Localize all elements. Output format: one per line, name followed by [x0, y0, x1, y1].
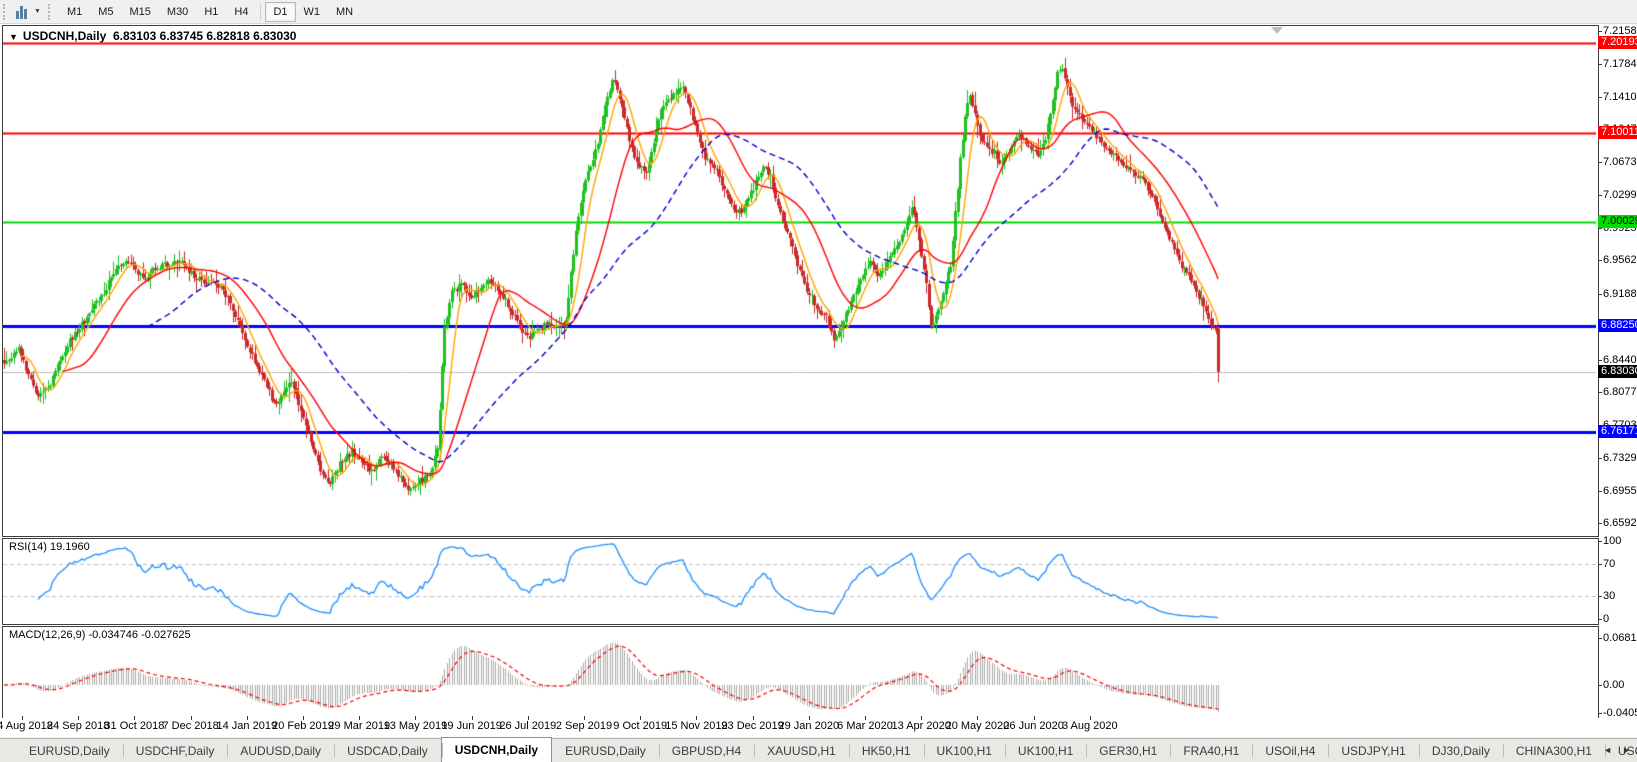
date-label: 26 Jul 2019: [499, 720, 556, 732]
date-label: 29 Jan 2020: [779, 720, 840, 732]
chart-tab-uk100-h1[interactable]: UK100,H1: [1005, 739, 1086, 762]
macd-label: MACD(12,26,9) -0.034746 -0.027625: [9, 629, 191, 641]
chart-type-icon[interactable]: [16, 5, 32, 19]
tab-scroll-right-icon[interactable]: ►: [1618, 742, 1635, 758]
date-label: 26 Jun 2020: [1003, 720, 1064, 732]
rsi-label: RSI(14) 19.1960: [9, 541, 90, 553]
date-label: 3 Aug 2020: [1062, 720, 1118, 732]
date-label: 15 Nov 2019: [665, 720, 727, 732]
chart-tab-dj30-daily[interactable]: DJ30,Daily: [1419, 739, 1503, 762]
date-label: 24 Sep 2018: [47, 720, 109, 732]
date-label: 7 Dec 2018: [162, 720, 218, 732]
chart-tab-hk50-h1[interactable]: HK50,H1: [849, 739, 924, 762]
chart-tab-xauusd-h1[interactable]: XAUUSD,H1: [754, 739, 849, 762]
date-label: 29 Mar 2019: [328, 720, 390, 732]
date-label: 23 Dec 2019: [721, 720, 783, 732]
date-label: 9 Oct 2019: [613, 720, 667, 732]
chart-title: ▼ USDCNH,Daily 6.83103 6.83745 6.82818 6.…: [9, 29, 296, 43]
one-click-trading-toggle[interactable]: ▼: [9, 32, 18, 42]
timeframe-button-mn[interactable]: MN: [328, 2, 361, 22]
chart-tab-eurusd-daily[interactable]: EURUSD,Daily: [16, 739, 123, 762]
chart-tab-uk100-h1[interactable]: UK100,H1: [924, 739, 1005, 762]
timeframe-button-h4[interactable]: H4: [226, 2, 256, 22]
date-label: 2 Sep 2019: [556, 720, 612, 732]
timeframe-button-m30[interactable]: M30: [159, 2, 196, 22]
date-label: 13 May 2019: [384, 720, 448, 732]
chart-tab-gbpusd-h4[interactable]: GBPUSD,H4: [659, 739, 754, 762]
mt4-window: { "toolbar": { "timeframes": ["M1","M5",…: [0, 0, 1637, 762]
date-label: 31 Oct 2018: [104, 720, 164, 732]
timeframe-button-m5[interactable]: M5: [90, 2, 121, 22]
macd-canvas[interactable]: [3, 627, 1596, 716]
timeframe-button-w1[interactable]: W1: [296, 2, 329, 22]
chart-tab-ger30-h1[interactable]: GER30,H1: [1086, 739, 1170, 762]
date-label: 14 Jan 2019: [217, 720, 278, 732]
chevron-down-icon[interactable]: ▼: [34, 8, 41, 15]
rsi-pane[interactable]: [2, 538, 1599, 625]
ohlc-values: 6.83103 6.83745 6.82818 6.83030: [113, 29, 297, 43]
chart-tab-audusd-daily[interactable]: AUDUSD,Daily: [227, 739, 334, 762]
chart-tab-usdchf-daily[interactable]: USDCHF,Daily: [123, 739, 228, 762]
timeframe-button-d1[interactable]: D1: [265, 2, 295, 22]
chart-tab-fra40-h1[interactable]: FRA40,H1: [1170, 739, 1252, 762]
price-chart-canvas[interactable]: [3, 26, 1596, 534]
chart-tab-eurusd-daily[interactable]: EURUSD,Daily: [552, 739, 659, 762]
chart-tab-usdcad-daily[interactable]: USDCAD,Daily: [334, 739, 441, 762]
tab-scroll-left-icon[interactable]: ◄: [1599, 742, 1616, 758]
main-chart-pane[interactable]: [2, 25, 1599, 537]
tab-scroll-buttons: ◄ ►: [1599, 742, 1635, 758]
date-label: 14 Aug 2018: [0, 720, 53, 732]
date-label: 20 Feb 2019: [272, 720, 334, 732]
chart-tab-usdjpy-h1[interactable]: USDJPY,H1: [1328, 739, 1418, 762]
chart-tab-usoil-h4[interactable]: USOil,H4: [1252, 739, 1328, 762]
date-label: 20 May 2020: [946, 720, 1010, 732]
macd-pane[interactable]: [2, 626, 1599, 719]
timeframe-toolbar: ▼ M1M5M15M30H1H4 D1W1MN: [0, 0, 1637, 24]
chart-tabs-bar: EURUSD,DailyUSDCHF,DailyAUDUSD,DailyUSDC…: [0, 738, 1637, 762]
date-axis: 14 Aug 201824 Sep 201831 Oct 20187 Dec 2…: [0, 718, 1637, 736]
symbol-label: USDCNH,Daily: [23, 29, 106, 43]
rsi-canvas[interactable]: [3, 539, 1596, 622]
chart-shift-marker[interactable]: [1271, 27, 1283, 34]
toolbar-drag-handle[interactable]: [3, 4, 9, 20]
date-label: 6 Mar 2020: [837, 720, 893, 732]
timeframe-button-m1[interactable]: M1: [59, 2, 90, 22]
chart-tab-usdcnh-daily[interactable]: USDCNH,Daily: [441, 737, 552, 762]
toolbar-drag-handle: [48, 4, 54, 20]
timeframe-button-m15[interactable]: M15: [122, 2, 159, 22]
chart-tab-china300-h1[interactable]: CHINA300,H1: [1503, 739, 1605, 762]
timeframe-button-h1[interactable]: H1: [196, 2, 226, 22]
date-label: 13 Apr 2020: [892, 720, 951, 732]
date-label: 19 Jun 2019: [441, 720, 502, 732]
